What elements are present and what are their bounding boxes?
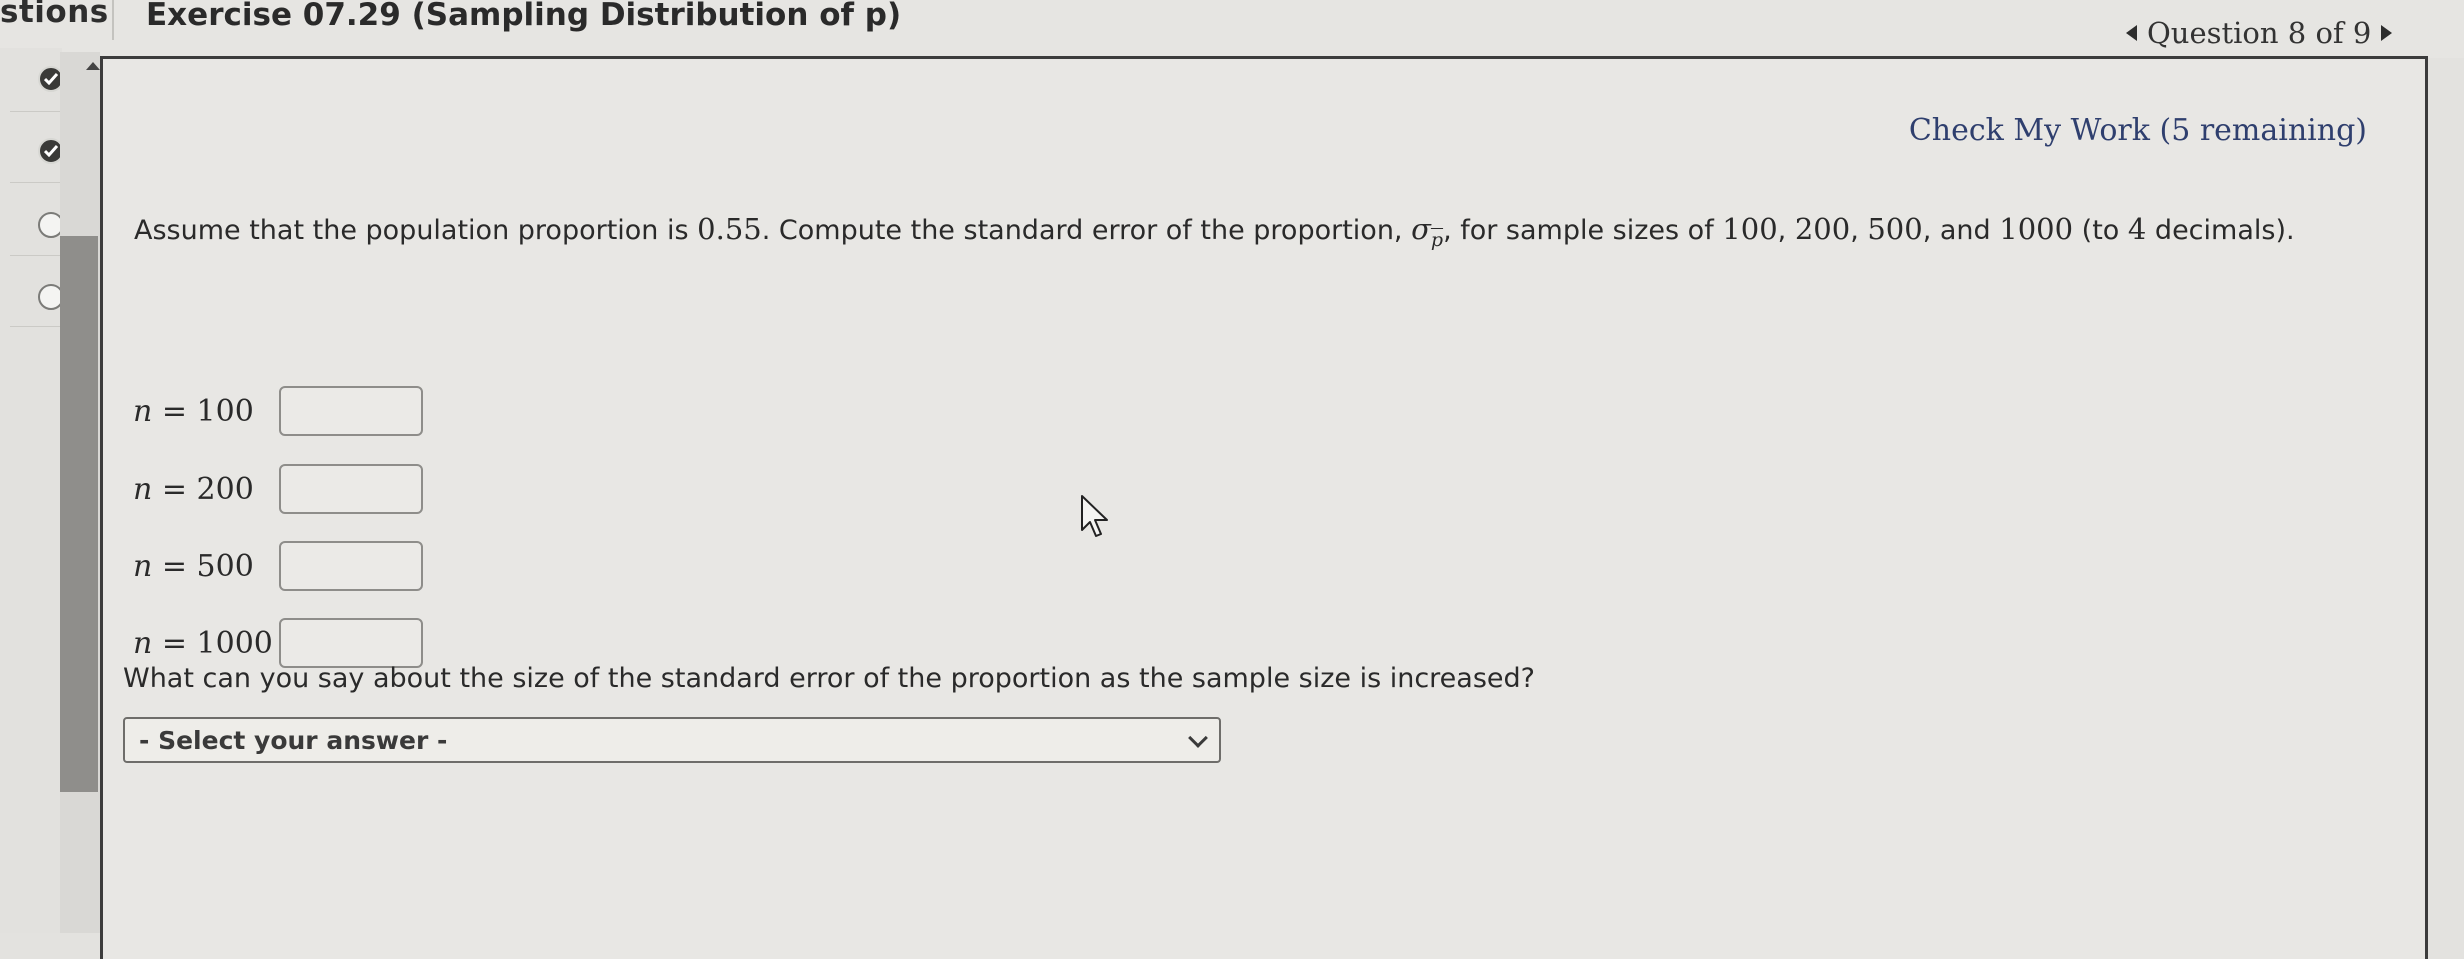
sample-size-value: 500	[1867, 212, 1923, 246]
p-bar-subscript: p	[1430, 228, 1444, 251]
prompt-text: (to	[2073, 215, 2128, 246]
answer-label: n = 500	[133, 549, 279, 584]
equals-sign: =	[152, 471, 197, 507]
answer-row-n-500: n = 500	[133, 538, 423, 594]
chevron-down-icon	[1188, 728, 1208, 748]
answer-select-dropdown[interactable]: - Select your answer -	[123, 717, 1221, 763]
question-panel: Check My Work (5 remaining) Assume that …	[100, 56, 2428, 959]
sigma-p-bar-symbol: σp	[1411, 212, 1443, 251]
sample-size-label: 500	[196, 548, 254, 584]
check-my-work-link[interactable]: Check My Work (5 remaining)	[1909, 113, 2367, 148]
triangle-left-icon[interactable]	[2126, 25, 2137, 41]
prompt-text: . Compute the standard error of the prop…	[761, 215, 1412, 246]
answer-label: n = 1000	[133, 626, 279, 661]
sidebar-divider	[10, 326, 62, 327]
sidebar-divider	[10, 182, 62, 183]
prompt-text: ,	[1850, 215, 1868, 246]
header-bar: stions Exercise 07.29 (Sampling Distribu…	[0, 0, 2464, 58]
answer-row-n-200: n = 200	[133, 461, 423, 517]
question-prompt: Assume that the population proportion is…	[134, 207, 2354, 262]
sample-size-label: 100	[196, 393, 254, 429]
triangle-right-icon[interactable]	[2381, 25, 2393, 41]
mouse-pointer-icon	[1080, 494, 1114, 546]
sample-size-label: 200	[196, 471, 254, 507]
select-placeholder: - Select your answer -	[139, 725, 448, 755]
prompt-text: ,	[1777, 215, 1795, 246]
question-counter: Question 8 of 9	[2147, 16, 2372, 50]
scroll-up-arrow-icon[interactable]	[86, 62, 100, 70]
sample-size-value: 200	[1794, 212, 1851, 246]
prompt-text: , and	[1922, 215, 2000, 246]
sample-size-label: 1000	[196, 625, 273, 661]
n-symbol: n	[133, 393, 153, 429]
sample-size-value: 1000	[1999, 212, 2074, 246]
n-symbol: n	[133, 548, 153, 584]
answer-label: n = 100	[133, 394, 279, 429]
decimals-value: 4	[2127, 212, 2147, 246]
follow-up-question: What can you say about the size of the s…	[123, 663, 1535, 694]
answer-input-n-500[interactable]	[279, 541, 423, 591]
equals-sign: =	[152, 393, 197, 429]
n-symbol: n	[133, 625, 153, 661]
prompt-text: decimals).	[2146, 215, 2295, 246]
sample-size-value: 100	[1722, 212, 1778, 246]
answer-input-n-200[interactable]	[279, 464, 423, 514]
prompt-text: , for sample sizes of	[1443, 215, 1723, 246]
equals-sign: =	[152, 548, 197, 584]
answer-label: n = 200	[133, 472, 279, 507]
sidebar-divider	[10, 255, 62, 256]
header-divider	[112, 0, 114, 40]
sidebar-divider	[10, 111, 62, 112]
scrollbar-thumb[interactable]	[60, 236, 98, 792]
answer-row-n-100: n = 100	[133, 383, 423, 439]
prompt-text: Assume that the population proportion is	[134, 215, 698, 246]
sigma-symbol: σ	[1411, 212, 1431, 246]
n-symbol: n	[133, 471, 153, 507]
questions-tab-title[interactable]: stions	[0, 0, 109, 30]
question-list-sidebar	[0, 48, 64, 933]
equals-sign: =	[152, 625, 197, 661]
answer-input-n-1000[interactable]	[279, 618, 423, 668]
question-navigator: Question 8 of 9	[2126, 16, 2393, 50]
exercise-title: Exercise 07.29 (Sampling Distribution of…	[146, 0, 902, 33]
answer-input-n-100[interactable]	[279, 386, 423, 436]
population-proportion-value: 0.55	[697, 212, 762, 246]
